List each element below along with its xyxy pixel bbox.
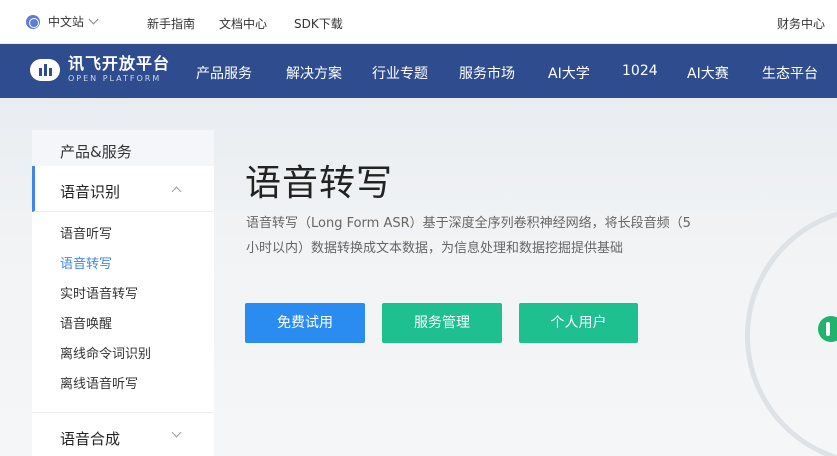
- nav-industry[interactable]: 行业专题: [372, 63, 428, 83]
- link-finance-center[interactable]: 财务中心: [777, 15, 825, 32]
- cloud-logo-icon: [30, 58, 60, 81]
- sidebar-item-wakeup[interactable]: 语音唤醒: [32, 314, 214, 344]
- sidebar-group-label: 语音识别: [60, 183, 121, 201]
- personal-user-button[interactable]: 个人用户: [519, 303, 638, 343]
- site-logo[interactable]: 讯飞开放平台 OPEN PLATFORM: [30, 56, 170, 83]
- sidebar-group-speech-synthesis[interactable]: 语音合成: [32, 413, 214, 456]
- nav-products[interactable]: 产品服务: [196, 63, 252, 83]
- logo-text: 讯飞开放平台 OPEN PLATFORM: [68, 56, 170, 83]
- main-nav: 讯飞开放平台 OPEN PLATFORM 产品服务 解决方案 行业专题 服务市场…: [0, 44, 837, 98]
- logo-cn: 讯飞开放平台: [68, 54, 171, 73]
- sidebar-group-label: 语音合成: [60, 430, 121, 448]
- top-utility-bar: 中文站 新手指南 文档中心 SDK下载 财务中心: [0, 0, 837, 44]
- sidebar-heading: 产品&服务: [32, 130, 214, 166]
- sidebar-group-speech-recognition[interactable]: 语音识别: [32, 166, 214, 212]
- sidebar-item-dictation[interactable]: 语音听写: [32, 224, 214, 254]
- sidebar-sub-list: 语音听写 语音转写 实时语音转写 语音唤醒 离线命令词识别 离线语音听写: [32, 212, 214, 413]
- globe-icon: [26, 14, 40, 29]
- chevron-down-icon: [171, 427, 182, 438]
- nav-ai-university[interactable]: AI大学: [548, 63, 590, 83]
- nav-ai-contest[interactable]: AI大赛: [687, 63, 729, 83]
- language-label: 中文站: [48, 15, 85, 29]
- sidebar-item-realtime-transcription[interactable]: 实时语音转写: [32, 284, 214, 314]
- product-description: 语音转写（Long Form ASR）基于深度全序列卷积神经网络，将长段音频（5…: [246, 216, 691, 256]
- nav-1024[interactable]: 1024: [622, 63, 658, 79]
- sidebar-item-transcription[interactable]: 语音转写: [32, 254, 214, 284]
- link-sdk-download[interactable]: SDK下载: [294, 15, 343, 32]
- service-management-button[interactable]: 服务管理: [382, 303, 502, 343]
- link-docs-center[interactable]: 文档中心: [219, 15, 267, 32]
- product-sidebar: 产品&服务 语音识别 语音听写 语音转写 实时语音转写 语音唤醒 离线命令词识别…: [32, 130, 214, 456]
- page-title: 语音转写: [245, 163, 394, 204]
- decorative-green-icon: [818, 316, 837, 342]
- sidebar-item-offline-command[interactable]: 离线命令词识别: [32, 344, 214, 374]
- language-switcher[interactable]: 中文站: [26, 13, 99, 30]
- sidebar-item-offline-dictation[interactable]: 离线语音听写: [32, 374, 214, 404]
- logo-en: OPEN PLATFORM: [68, 74, 162, 83]
- free-trial-button[interactable]: 免费试用: [245, 303, 365, 343]
- link-beginner-guide[interactable]: 新手指南: [147, 15, 195, 32]
- nav-solutions[interactable]: 解决方案: [286, 63, 342, 83]
- nav-market[interactable]: 服务市场: [459, 63, 515, 83]
- chevron-up-icon: [171, 186, 182, 197]
- chevron-down-icon: [88, 14, 99, 25]
- nav-ecosystem[interactable]: 生态平台: [762, 63, 818, 83]
